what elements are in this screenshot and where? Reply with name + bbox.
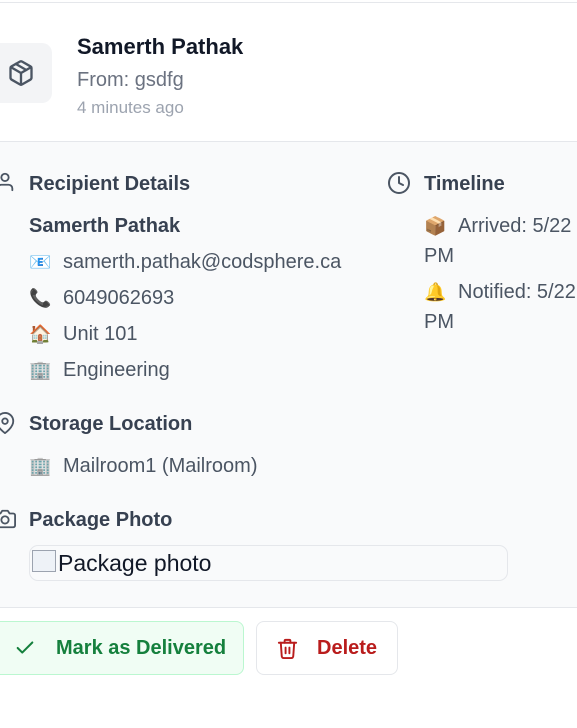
delete-button[interactable]: Delete — [256, 621, 398, 675]
recipient-name: Samerth Pathak — [29, 215, 181, 237]
package-photo-alt: Package photo — [58, 549, 212, 576]
arrived-text: Arrived: 5/22 — [458, 215, 572, 237]
recipient-unit-row: 🏠 Unit 101 — [29, 323, 138, 346]
storage-location-value: Mailroom1 (Mailroom) — [63, 455, 258, 477]
package-details: Recipient Details Samerth Pathak 📧 samert… — [0, 142, 577, 607]
building-icon: 🏢 — [29, 456, 52, 476]
recipient-department: Engineering — [63, 359, 170, 381]
package-photo[interactable]: Package photo — [29, 545, 508, 581]
package-icon — [9, 60, 33, 86]
house-icon: 🏠 — [29, 324, 52, 344]
phone-icon: 📞 — [29, 288, 52, 308]
timeline-notified: 🔔 Notified: 5/22 — [424, 281, 576, 304]
recipient-phone: 6049062693 — [63, 287, 175, 309]
user-icon — [0, 172, 14, 192]
package-photo-heading: Package Photo — [29, 509, 173, 531]
action-bar: Mark as Delivered Delete — [0, 607, 577, 699]
notified-text: Notified: 5/22 — [458, 281, 576, 303]
recipient-email: samerth.pathak@codsphere.ca — [63, 251, 342, 273]
recipient-email-row: 📧 samerth.pathak@codsphere.ca — [29, 251, 341, 274]
package-emoji-icon: 📦 — [424, 216, 447, 236]
clock-icon — [388, 172, 410, 194]
broken-image-icon — [32, 550, 56, 572]
package-header: Samerth Pathak From: gsdfg 4 minutes ago — [0, 3, 577, 142]
recipient-details-heading: Recipient Details — [29, 173, 191, 195]
bell-icon: 🔔 — [424, 282, 447, 302]
sender-label: From: gsdfg — [77, 69, 184, 91]
recipient-unit: Unit 101 — [63, 323, 138, 345]
arrived-continuation: PM — [424, 245, 454, 267]
recipient-phone-row: 📞 6049062693 — [29, 287, 174, 310]
timestamp: 4 minutes ago — [77, 98, 184, 117]
timeline-heading: Timeline — [424, 173, 505, 195]
check-icon — [16, 641, 34, 654]
delete-label: Delete — [317, 636, 378, 659]
map-pin-icon — [0, 412, 15, 434]
trash-icon — [277, 638, 298, 659]
mark-delivered-label: Mark as Delivered — [56, 636, 227, 659]
email-icon: 📧 — [29, 252, 52, 272]
recipient-title: Samerth Pathak — [77, 34, 244, 59]
building-icon: 🏢 — [29, 360, 52, 380]
camera-icon — [0, 509, 16, 529]
storage-location-heading: Storage Location — [29, 413, 193, 435]
mark-delivered-button[interactable]: Mark as Delivered — [0, 621, 244, 675]
timeline-arrived: 📦 Arrived: 5/22 — [424, 215, 571, 238]
package-icon-container — [0, 43, 52, 103]
storage-location-row: 🏢 Mailroom1 (Mailroom) — [29, 455, 257, 478]
package-card: Samerth Pathak From: gsdfg 4 minutes ago… — [0, 2, 577, 699]
notified-continuation: PM — [424, 311, 454, 333]
recipient-department-row: 🏢 Engineering — [29, 359, 170, 382]
